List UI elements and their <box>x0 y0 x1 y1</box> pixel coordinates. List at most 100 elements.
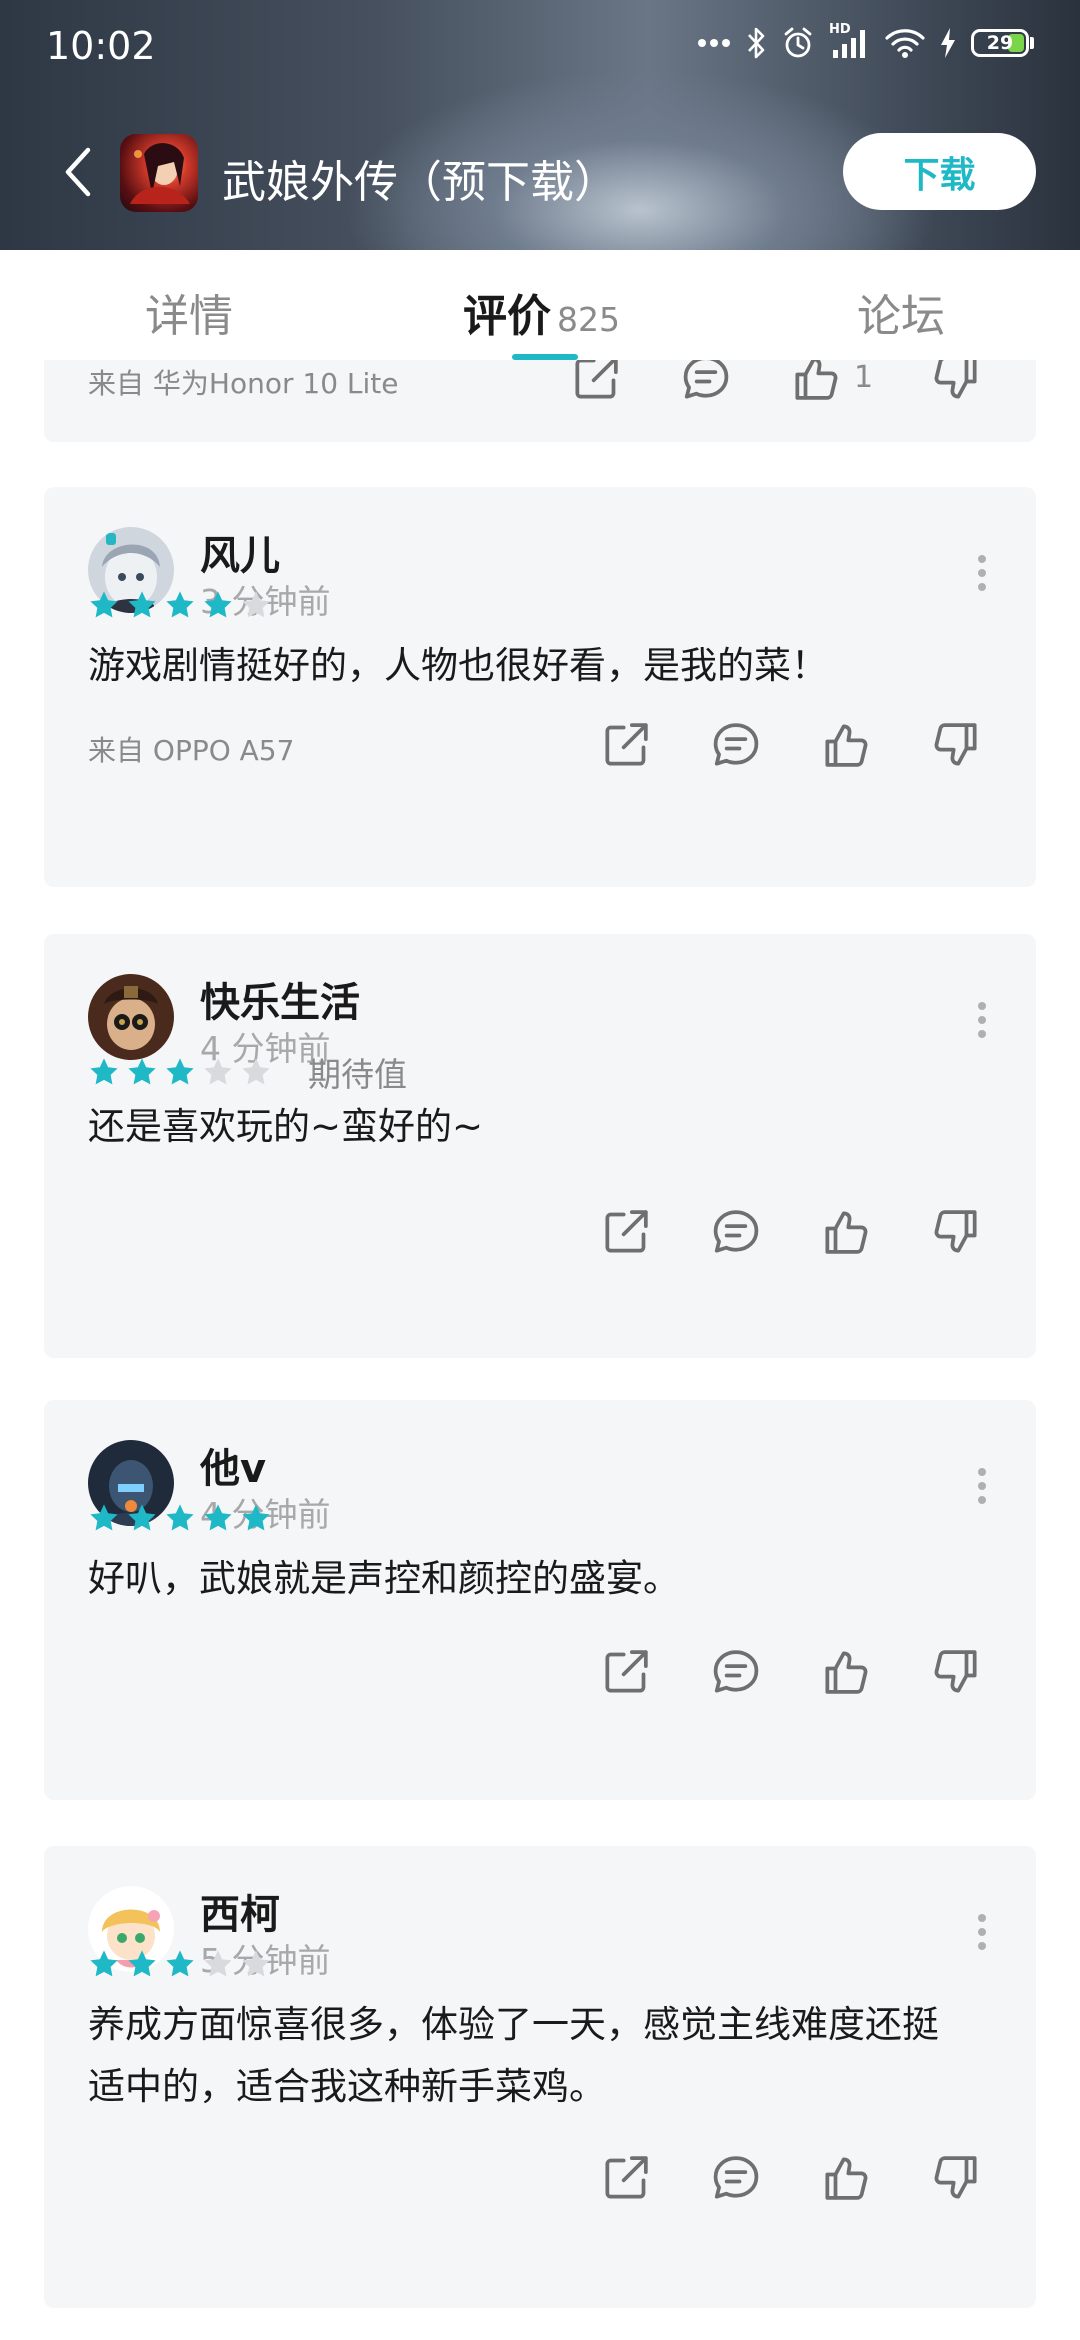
comment-button[interactable] <box>708 1204 764 1260</box>
review-actions <box>544 1204 984 1260</box>
comment-icon <box>678 360 734 406</box>
back-arrow-icon <box>65 147 91 197</box>
star-rating <box>88 589 272 621</box>
star-filled-icon <box>126 1948 158 1980</box>
share-icon <box>598 1204 654 1260</box>
app-bar: 武娘外传（预下载） 下载 <box>0 120 1080 230</box>
star-rating <box>88 1948 272 1980</box>
comment-icon <box>708 2150 764 2206</box>
star-filled-icon <box>164 1948 196 1980</box>
review-actions <box>544 2150 984 2206</box>
review-text-line: 好叭，武娘就是声控和颜控的盛宴。 <box>88 1557 680 1600</box>
star-empty-icon <box>240 1948 272 1980</box>
tab-reviews-label: 评价 <box>463 291 551 342</box>
status-bar: 10:02 HD 29 <box>0 0 1080 100</box>
share-icon <box>598 717 654 773</box>
battery-level: 29 <box>986 32 1014 54</box>
like-button[interactable] <box>818 1204 874 1260</box>
comment-icon <box>708 1204 764 1260</box>
notification-dots-icon <box>698 39 730 47</box>
app-icon <box>120 134 198 212</box>
like-button[interactable]: 1 <box>788 360 873 406</box>
dislike-button[interactable] <box>928 2150 984 2206</box>
star-filled-icon <box>164 589 196 621</box>
status-icons: HD 29 <box>697 22 1034 60</box>
review-card: 他v 4 分钟前 好叭，武娘就是声控和颜控的盛宴。 <box>44 1400 1036 1800</box>
rating-tag: 期待值 <box>308 1055 407 1094</box>
review-text: 游戏剧情挺好的，人物也很好看，是我的菜！ <box>88 635 992 697</box>
more-options-button[interactable] <box>974 553 990 593</box>
comment-button[interactable] <box>708 1644 764 1700</box>
dislike-button[interactable] <box>928 1204 984 1260</box>
review-card: 西柯 5 分钟前 养成方面惊喜很多，体验了一天，感觉主线难度还挺 适中的，适合我… <box>44 1846 1036 2308</box>
share-button[interactable] <box>568 360 624 406</box>
star-filled-icon <box>88 1056 120 1088</box>
comment-icon <box>708 1644 764 1700</box>
device-label: 来自 华为Honor 10 Lite <box>88 367 399 400</box>
review-card: 风儿 3 分钟前 游戏剧情挺好的，人物也很好看，是我的菜！ 来自 OPPO A5… <box>44 487 1036 887</box>
download-button[interactable]: 下载 <box>843 133 1036 210</box>
review-actions <box>544 1644 984 1700</box>
share-button[interactable] <box>598 1644 654 1700</box>
reviewer-name: 西柯 <box>200 1892 280 1938</box>
thumbs-down-icon <box>928 717 984 773</box>
more-options-button[interactable] <box>974 1000 990 1040</box>
more-vertical-icon <box>974 1912 990 1952</box>
tab-details-label: 详情 <box>145 291 233 342</box>
thumbs-up-icon <box>818 1204 874 1260</box>
review-text-line: 适中的，适合我这种新手菜鸡。 <box>88 2065 606 2108</box>
thumbs-down-icon <box>928 2150 984 2206</box>
alarm-icon <box>784 27 812 58</box>
star-filled-icon <box>88 1502 120 1534</box>
tab-bar: 详情 评价 825 论坛 <box>0 250 1080 360</box>
star-filled-icon <box>88 589 120 621</box>
share-icon <box>598 2150 654 2206</box>
reviewer-name: 他v <box>200 1446 267 1492</box>
star-filled-icon <box>202 589 234 621</box>
review-text-line: 游戏剧情挺好的，人物也很好看，是我的菜！ <box>88 644 828 687</box>
share-button[interactable] <box>598 1204 654 1260</box>
star-empty-icon <box>202 1056 234 1088</box>
tab-forum[interactable]: 论坛 <box>857 280 945 344</box>
star-filled-icon <box>126 1056 158 1088</box>
comment-button[interactable] <box>708 717 764 773</box>
tab-reviews[interactable]: 评价 825 <box>463 280 620 344</box>
review-text-line: 养成方面惊喜很多，体验了一天，感觉主线难度还挺 <box>88 2003 939 2046</box>
like-button[interactable] <box>818 2150 874 2206</box>
comment-icon <box>708 717 764 773</box>
thumbs-up-icon <box>818 1644 874 1700</box>
comment-button[interactable] <box>708 2150 764 2206</box>
more-options-button[interactable] <box>974 1466 990 1506</box>
wifi-icon <box>885 29 925 58</box>
dislike-button[interactable] <box>928 717 984 773</box>
review-text: 养成方面惊喜很多，体验了一天，感觉主线难度还挺 适中的，适合我这种新手菜鸡。 <box>88 1994 992 2118</box>
bluetooth-icon <box>748 27 765 59</box>
tab-forum-label: 论坛 <box>857 291 945 342</box>
like-button[interactable] <box>818 717 874 773</box>
review-count: 825 <box>557 300 620 339</box>
star-empty-icon <box>240 589 272 621</box>
share-button[interactable] <box>598 2150 654 2206</box>
back-button[interactable] <box>56 142 106 202</box>
dislike-button[interactable] <box>928 360 984 406</box>
review-list[interactable]: 来自 华为Honor 10 Lite 1 风儿 3 分钟前 游戏剧情挺好的，人物… <box>0 360 1080 2340</box>
dislike-button[interactable] <box>928 1644 984 1700</box>
review-card-partial: 来自 华为Honor 10 Lite 1 <box>44 360 1036 442</box>
share-icon <box>568 360 624 406</box>
star-filled-icon <box>164 1502 196 1534</box>
review-text: 还是喜欢玩的~蛮好的~ <box>88 1096 992 1158</box>
star-filled-icon <box>240 1502 272 1534</box>
like-button[interactable] <box>818 1644 874 1700</box>
more-vertical-icon <box>974 1000 990 1040</box>
cellular-signal-icon: HD <box>829 22 871 60</box>
share-button[interactable] <box>598 717 654 773</box>
thumbs-up-icon <box>818 2150 874 2206</box>
review-actions <box>544 717 984 773</box>
star-rating: 期待值 <box>88 1048 407 1096</box>
status-time: 10:02 <box>46 24 156 68</box>
comment-button[interactable] <box>678 360 734 406</box>
tab-details[interactable]: 详情 <box>145 280 233 344</box>
charging-icon <box>941 28 955 58</box>
thumbs-up-icon <box>788 360 844 406</box>
more-options-button[interactable] <box>974 1912 990 1952</box>
